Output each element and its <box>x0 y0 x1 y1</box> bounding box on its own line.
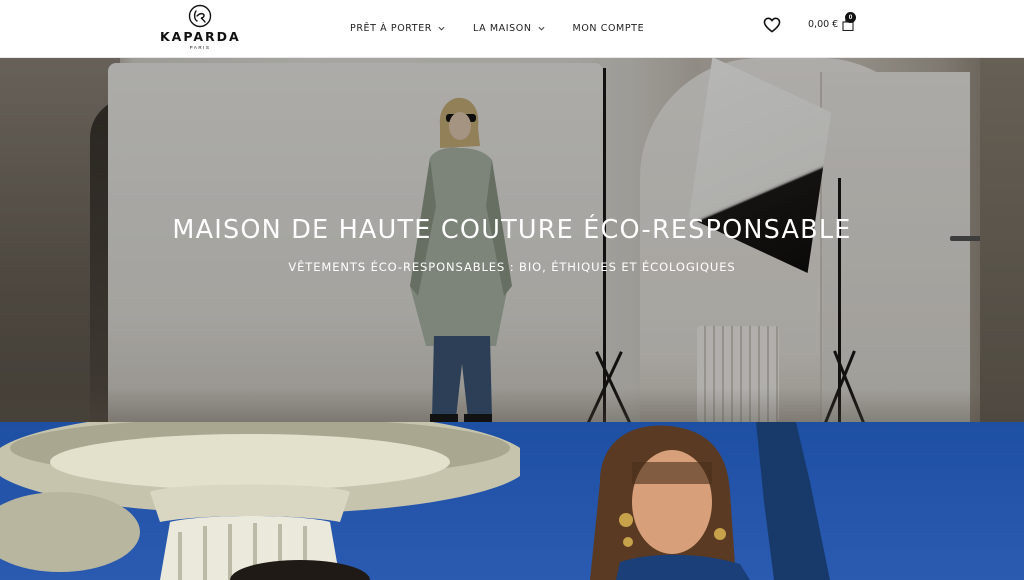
cart-button[interactable]: 0,00 € 0 <box>808 12 856 31</box>
hero-subtitle: VÊTEMENTS ÉCO-RESPONSABLES : BIO, ÉTHIQU… <box>288 260 736 274</box>
chevron-down-icon <box>538 26 545 31</box>
logo-name: KAPARDA <box>160 29 241 44</box>
hero-title: MAISON DE HAUTE COUTURE ÉCO-RESPONSABLE <box>172 215 852 245</box>
nav-item-label: LA MAISON <box>473 22 532 34</box>
logo-link[interactable]: KAPARDA PARIS <box>160 4 240 54</box>
hero-banner: MAISON DE HAUTE COUTURE ÉCO-RESPONSABLE … <box>0 58 1024 422</box>
fountain-sculpture-image <box>0 422 520 580</box>
nav-item-la-maison[interactable]: LA MAISON <box>473 23 545 34</box>
site-header: KAPARDA PARIS PRÊT À PORTER LA MAISON MO… <box>0 0 1024 58</box>
heart-icon[interactable] <box>763 17 781 33</box>
cart-price: 0,00 € <box>808 19 839 30</box>
nav-item-label: MON COMPTE <box>572 22 645 34</box>
logo-monogram-icon <box>188 4 212 28</box>
nav-item-pret-a-porter[interactable]: PRÊT À PORTER <box>350 23 445 34</box>
main-nav: PRÊT À PORTER LA MAISON MON COMPTE <box>350 0 672 56</box>
logo-subtitle: PARIS <box>189 45 211 50</box>
chevron-down-icon <box>438 26 445 31</box>
nav-item-label: PRÊT À PORTER <box>350 22 432 34</box>
model-portrait-image <box>590 422 830 580</box>
secondary-banner <box>0 422 1024 580</box>
cart-count-badge: 0 <box>845 12 856 23</box>
nav-item-mon-compte[interactable]: MON COMPTE <box>573 23 645 34</box>
